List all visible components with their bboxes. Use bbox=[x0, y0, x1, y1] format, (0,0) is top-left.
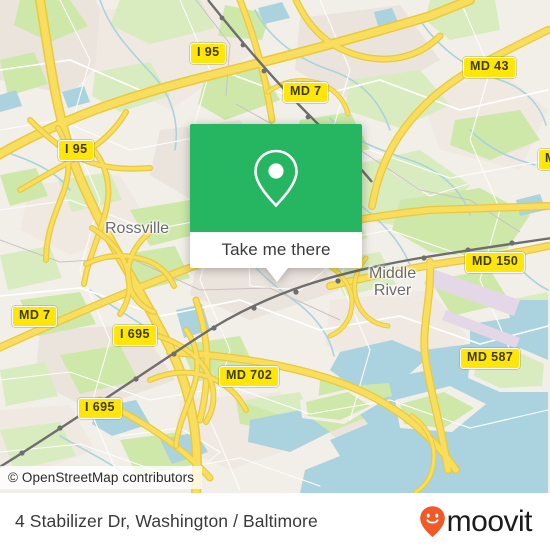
shield-i-695-center: I 695 bbox=[113, 325, 157, 346]
shield-md-150: MD 150 bbox=[465, 252, 526, 273]
moovit-smiley-pin-icon bbox=[419, 506, 445, 537]
shield-md-43: MD 43 bbox=[463, 57, 516, 78]
place-label-middle-river: Middle River bbox=[369, 265, 417, 300]
place-label-rossville: Rossville bbox=[105, 220, 170, 238]
moovit-logo[interactable]: moovit bbox=[419, 504, 533, 538]
place-label-line: River bbox=[373, 281, 412, 299]
moovit-wordmark: moovit bbox=[446, 504, 533, 538]
callout-header bbox=[190, 124, 362, 232]
shield-md-587: MD 587 bbox=[460, 348, 521, 369]
shield-i-95-north: I 95 bbox=[190, 43, 227, 64]
map-screenshot: .land{fill:#f2efe9} .park{fill:#cde8a8} … bbox=[0, 0, 550, 550]
attribution-text: © OpenStreetMap contributors bbox=[8, 470, 195, 485]
place-label-line: Rossville bbox=[105, 220, 170, 237]
shield-md-7-west: MD 7 bbox=[12, 306, 58, 327]
shield-md-clipped-right: M bbox=[538, 149, 550, 170]
callout-action-bar[interactable]: Take me there bbox=[190, 232, 362, 268]
shield-i-695-south: I 695 bbox=[78, 398, 122, 419]
osm-attribution[interactable]: © OpenStreetMap contributors bbox=[0, 466, 203, 489]
shield-md-7-north: MD 7 bbox=[283, 82, 329, 103]
address-title: 4 Stabilizer Dr, Washington / Baltimore bbox=[15, 511, 318, 531]
take-me-there-label: Take me there bbox=[221, 240, 331, 259]
shield-md-702: MD 702 bbox=[219, 366, 280, 387]
footer-bar: 4 Stabilizer Dr, Washington / Baltimore … bbox=[0, 493, 550, 550]
callout-tail bbox=[266, 267, 288, 282]
take-me-there-callout[interactable]: Take me there bbox=[190, 124, 362, 282]
map-pin-icon bbox=[254, 149, 298, 208]
shield-i-95-west: I 95 bbox=[58, 140, 95, 161]
place-label-line: Middle bbox=[369, 265, 417, 282]
